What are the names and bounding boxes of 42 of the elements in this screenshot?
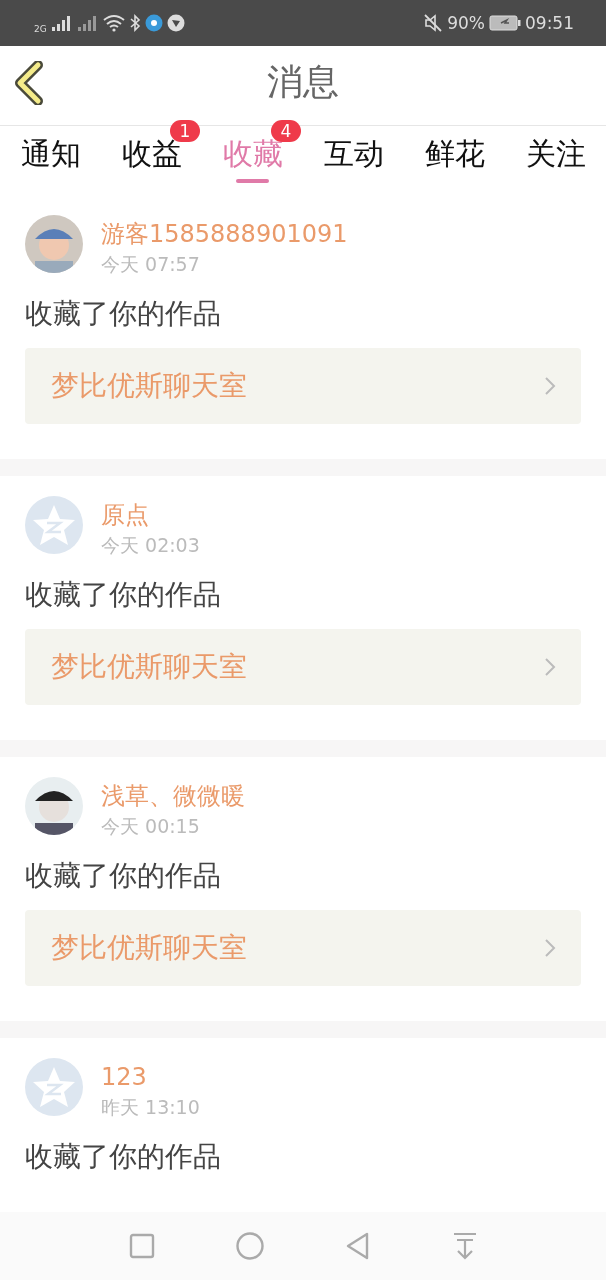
back-button[interactable] <box>14 61 44 105</box>
tab-indicator <box>236 179 269 183</box>
user-name[interactable]: 游客1585888901091 <box>101 218 348 250</box>
message-text: 收藏了你的作品 <box>25 1139 222 1175</box>
tab[interactable]: 收藏 4 <box>202 120 303 195</box>
mute-icon <box>423 14 444 32</box>
clock: 09:51 <box>525 13 574 33</box>
user-name[interactable]: 原点 <box>101 499 200 531</box>
message-text: 收藏了你的作品 <box>25 296 222 332</box>
page-title: 消息 <box>267 60 339 104</box>
app-icon <box>166 14 185 32</box>
tab[interactable]: 关注 <box>505 120 606 195</box>
chevron-icon <box>543 656 557 678</box>
timestamp: 今天 07:57 <box>101 252 201 277</box>
avatar-icon <box>25 496 83 554</box>
network-label: 2G <box>34 24 47 34</box>
wifi-icon <box>102 14 125 32</box>
square-icon[interactable] <box>127 1232 156 1260</box>
message-text: 收藏了你的作品 <box>25 858 222 894</box>
avatar-icon <box>25 1058 83 1116</box>
bluetooth-icon <box>128 14 141 32</box>
tab[interactable]: 互动 <box>303 120 404 195</box>
signal-icon <box>76 14 99 32</box>
chevron-icon <box>543 375 557 397</box>
timestamp: 昨天 13:10 <box>101 1095 200 1120</box>
user-name[interactable]: 浅草、微微暖 <box>101 780 245 812</box>
timestamp: 今天 02:03 <box>101 533 200 558</box>
timestamp: 今天 00:15 <box>101 814 201 839</box>
work-link[interactable]: 梦比优斯聊天室 <box>25 348 581 424</box>
app-icon <box>144 14 163 32</box>
chevron-icon <box>543 937 557 959</box>
work-link[interactable]: 梦比优斯聊天室 <box>25 910 581 986</box>
tab[interactable]: 鲜花 <box>404 120 505 195</box>
back-icon <box>14 61 44 105</box>
battery-percent: 90% <box>447 13 485 33</box>
battery-icon <box>489 15 521 31</box>
message-text: 收藏了你的作品 <box>25 577 222 613</box>
user-name[interactable]: 123 <box>101 1061 200 1093</box>
circle-icon[interactable] <box>234 1231 265 1261</box>
work-link[interactable]: 梦比优斯聊天室 <box>25 629 581 705</box>
signal-icon <box>50 14 73 32</box>
tab[interactable]: 通知 <box>0 120 101 195</box>
